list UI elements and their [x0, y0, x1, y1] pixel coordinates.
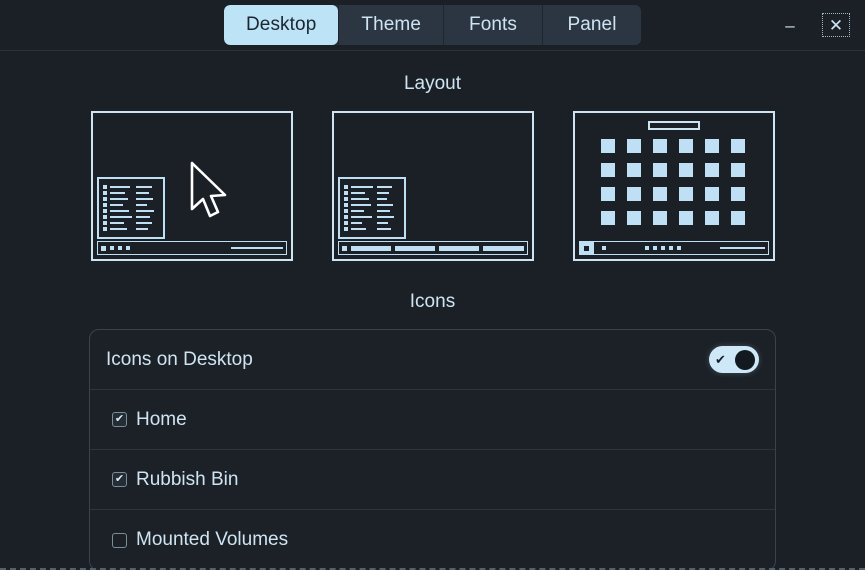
icons-on-desktop-toggle[interactable]: ✔	[709, 346, 759, 373]
rubbish-bin-checkbox[interactable]: ✔	[112, 472, 127, 487]
home-label: Home	[136, 409, 187, 431]
check-icon: ✔	[115, 474, 124, 485]
row-rubbish-bin[interactable]: ✔ Rubbish Bin	[90, 450, 775, 510]
tab-panel-text: Panel	[567, 14, 616, 36]
row-home[interactable]: ✔ Home	[90, 390, 775, 450]
window-controls: – ✕	[773, 0, 853, 50]
preview2-menu-column-right	[377, 184, 400, 232]
minimize-button[interactable]: –	[773, 10, 807, 40]
row-mounted-volumes[interactable]: ✔ Mounted Volumes	[90, 510, 775, 570]
preview3-taskbar	[579, 241, 769, 255]
layout-options	[0, 111, 865, 261]
tab-desktop-text: Desktop	[246, 14, 316, 36]
check-icon: ✔	[115, 414, 124, 425]
toggle-check-icon: ✔	[715, 353, 726, 366]
mouse-cursor-icon	[189, 161, 229, 219]
preview2-menu-box	[338, 177, 406, 239]
toggle-knob	[735, 350, 755, 370]
preview-menu-column-left	[103, 184, 132, 232]
layout-option-menu-with-taskbar[interactable]	[332, 111, 534, 261]
icons-on-desktop-label: Icons on Desktop	[106, 349, 253, 371]
icons-settings-panel: Icons on Desktop ✔ ✔ Home ✔ Rubbish Bin	[89, 329, 776, 570]
mounted-volumes-checkbox[interactable]: ✔	[112, 533, 127, 548]
preview3-app-grid	[601, 139, 747, 225]
tab-panel[interactable]: Panel	[542, 5, 641, 45]
title-bar: Desktop Theme Fonts Panel – ✕	[0, 0, 865, 51]
preview2-taskbar	[338, 241, 528, 255]
layout-section-title: Layout	[0, 73, 865, 95]
preview-menu-box	[97, 177, 165, 239]
preview-taskbar	[97, 241, 287, 255]
tab-fonts-text: Fonts	[469, 14, 517, 36]
close-button[interactable]: ✕	[819, 10, 853, 40]
preview2-menu-column-left	[344, 184, 373, 232]
preview3-search-bar	[648, 121, 700, 130]
home-checkbox[interactable]: ✔	[112, 412, 127, 427]
mounted-volumes-label: Mounted Volumes	[136, 529, 288, 551]
preview3-start-button-icon	[580, 242, 594, 254]
layout-option-dashboard-grid[interactable]	[573, 111, 775, 261]
tab-fonts[interactable]: Fonts	[443, 5, 542, 45]
settings-window: Desktop Theme Fonts Panel – ✕ Layout	[0, 0, 865, 570]
rubbish-bin-label: Rubbish Bin	[136, 469, 238, 491]
icons-section-title: Icons	[0, 291, 865, 313]
preview-menu-column-right	[136, 184, 159, 232]
settings-content: Layout	[0, 51, 865, 570]
tab-theme-text: Theme	[361, 14, 421, 36]
tab-bar: Desktop Theme Fonts Panel	[224, 5, 641, 45]
layout-option-menu-with-panel[interactable]	[91, 111, 293, 261]
tab-desktop[interactable]: Desktop	[224, 5, 338, 45]
tab-theme[interactable]: Theme	[338, 5, 443, 45]
row-icons-on-desktop[interactable]: Icons on Desktop ✔	[90, 330, 775, 390]
